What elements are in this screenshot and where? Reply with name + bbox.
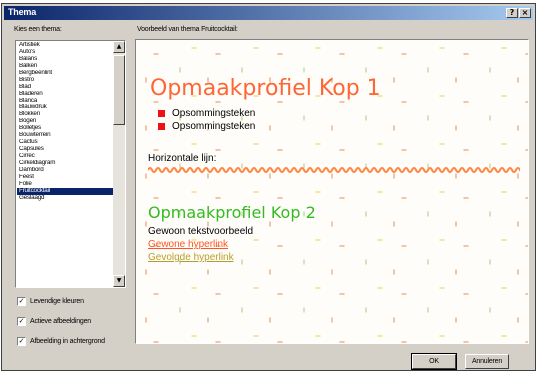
scroll-thumb[interactable]: [113, 55, 125, 125]
theme-list-item[interactable]: Dambord: [17, 167, 113, 174]
theme-list-item[interactable]: Bolletjes: [17, 125, 113, 132]
preview-bullet-text: Opsommingsteken: [172, 108, 256, 119]
theme-list-item[interactable]: Cactus: [17, 139, 113, 146]
help-button[interactable]: ?: [506, 8, 518, 18]
theme-list-item[interactable]: Capsules: [17, 146, 113, 153]
background-image-check-icon[interactable]: ✓: [17, 337, 26, 346]
theme-list-items: Artistiek Auto's Balans Balken Bergbeenlint B…: [17, 42, 113, 202]
vivid-colors-check-icon[interactable]: ✓: [17, 297, 26, 306]
ok-button[interactable]: OK: [411, 353, 457, 370]
title-bar[interactable]: Thema ? ×: [4, 6, 533, 20]
theme-list-item[interactable]: Cirkeldiagram: [17, 160, 113, 167]
theme-list-item[interactable]: Blokken: [17, 111, 113, 118]
preview-bullet-item: Opsommingsteken: [158, 108, 256, 119]
theme-list-item[interactable]: Artistiek: [17, 42, 113, 49]
preview-heading-2: Opmaakprofiel Kop 2: [148, 203, 316, 222]
theme-list-item[interactable]: Blad: [17, 84, 113, 91]
bullet-square-icon: [158, 123, 165, 130]
theme-list-item[interactable]: Cirrec: [17, 153, 113, 160]
background-image-label: Afbeelding in achtergrond: [30, 338, 105, 345]
theme-list-item[interactable]: Bogen: [17, 118, 113, 125]
theme-list-item[interactable]: Auto's: [17, 49, 113, 56]
theme-listbox[interactable]: Artistiek Auto's Balans Balken Bergbeenlint B…: [15, 40, 126, 288]
theme-dialog: Thema ? × Kies een thema: Voorbeeld van …: [1, 3, 536, 371]
bullet-square-icon: [158, 110, 165, 117]
theme-list-item[interactable]: Bergbeenlint: [17, 70, 113, 77]
theme-preview: Opmaakprofiel Kop 1 Opsommingsteken Opso…: [135, 39, 529, 344]
vivid-colors-label: Levendige kleuren: [30, 298, 84, 305]
theme-list-item[interactable]: Balans: [17, 56, 113, 63]
theme-list-item[interactable]: Folie: [17, 181, 113, 188]
active-graphics-check-icon[interactable]: ✓: [17, 317, 26, 326]
preview-label: Voorbeeld van thema Fruitcocktail:: [137, 26, 238, 33]
preview-hyperlink[interactable]: Gewone hyperlink: [148, 239, 228, 250]
theme-list-scrollbar[interactable]: ▲ ▼: [113, 41, 125, 287]
theme-list-label: Kies een thema:: [14, 26, 62, 33]
theme-list-item[interactable]: Fruitcocktail: [17, 187, 113, 195]
preview-body-text: Gewoon tekstvoorbeeld: [148, 226, 254, 237]
preview-heading-1: Opmaakprofiel Kop 1: [150, 76, 381, 101]
cancel-button[interactable]: Annuleren: [465, 354, 509, 369]
wavy-horizontal-rule: [148, 167, 520, 173]
theme-list-item[interactable]: Geslaagd: [17, 195, 113, 202]
active-graphics-label: Actieve afbeeldingen: [30, 318, 91, 325]
dialog-title: Thema: [8, 7, 37, 17]
theme-list-item[interactable]: Blanca: [17, 98, 113, 105]
theme-list-item[interactable]: Bouwterrein: [17, 132, 113, 139]
theme-list-item[interactable]: Bladeren: [17, 91, 113, 98]
theme-list-item[interactable]: Blauwdruk: [17, 104, 113, 111]
scroll-up-button[interactable]: ▲: [113, 41, 125, 53]
theme-list-item[interactable]: Balken: [17, 63, 113, 70]
close-button[interactable]: ×: [519, 8, 531, 18]
preview-bullet-item: Opsommingsteken: [158, 121, 256, 132]
theme-list-item[interactable]: Bistro: [17, 77, 113, 84]
scroll-down-button[interactable]: ▼: [113, 275, 125, 287]
preview-hr-label: Horizontale lijn:: [148, 153, 217, 164]
preview-visited-hyperlink[interactable]: Gevolgde hyperlink: [148, 252, 234, 263]
theme-list-item[interactable]: Feest: [17, 174, 113, 181]
preview-bullet-text: Opsommingsteken: [172, 121, 256, 132]
